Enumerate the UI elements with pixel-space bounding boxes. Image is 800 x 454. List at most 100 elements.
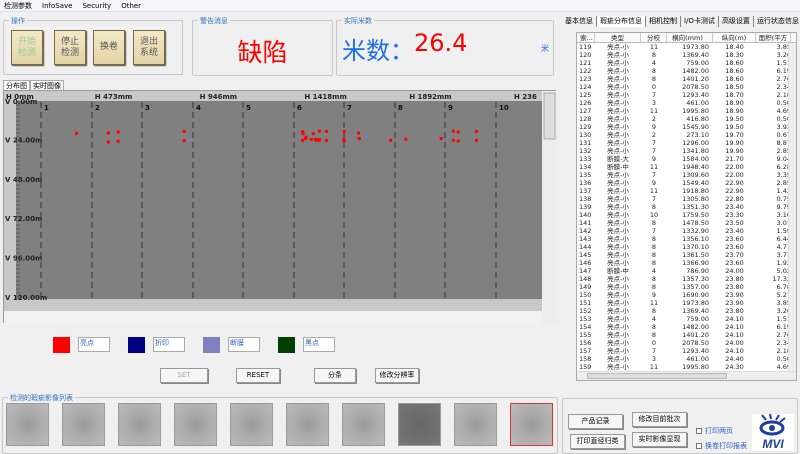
realtime-image-button[interactable]: 实时影像显现 — [632, 432, 687, 447]
table-row[interactable]: 131 亮点-小 7 1296.00 19.90 8.87 — [577, 139, 796, 147]
legend-label[interactable]: 黑点 — [303, 337, 335, 352]
tab-run-status[interactable]: 运行状态信息 — [754, 16, 800, 27]
table-cell: 18.60 — [725, 59, 744, 67]
col-area[interactable]: 面积(平方 — [756, 33, 791, 42]
table-row[interactable]: 140 亮点-小 10 1759.50 23.30 3.10 — [577, 211, 796, 219]
legend-swatch[interactable] — [128, 337, 145, 353]
menu-security[interactable]: Security — [82, 0, 111, 11]
start-detect-button[interactable]: 开始 检测 — [11, 30, 43, 65]
table-row[interactable]: 125 亮点-小 7 1293.40 18.70 2.18 — [577, 91, 796, 99]
table-row[interactable]: 145 亮点-小 8 1361.50 23.70 3.77 — [577, 251, 796, 259]
table-cell: 亮点-小 — [607, 307, 629, 315]
legend-label[interactable]: 亮点 — [78, 337, 110, 352]
table-row[interactable]: 124 亮点-小 0 2078.50 18.50 2.34 — [577, 83, 796, 91]
legend-label[interactable]: 断膜 — [228, 337, 260, 352]
table-row[interactable]: 132 亮点-小 7 1341.80 19.90 2.85 — [577, 147, 796, 155]
table-row[interactable]: 128 亮点-小 2 416.80 19.50 0.50 — [577, 115, 796, 123]
table-row[interactable]: 134 断膜-中 11 1948.40 22.00 6.28 — [577, 163, 796, 171]
col-vertical[interactable]: 纵向(m) — [713, 33, 756, 42]
table-row[interactable]: 133 断膜-大 9 1584.00 21.70 9.04 — [577, 155, 796, 163]
change-batch-button[interactable]: 修改目前批次 — [632, 412, 687, 427]
table-row[interactable]: 121 亮点-小 4 759.00 18.60 1.51 — [577, 59, 796, 67]
stop-detect-button[interactable]: 停止 检测 — [54, 30, 86, 65]
legend-swatch[interactable] — [278, 337, 295, 353]
legend-swatch[interactable] — [203, 337, 220, 353]
table-row[interactable]: 149 亮点-小 8 1357.00 23.80 6.78 — [577, 283, 796, 291]
table-row[interactable]: 156 亮点-小 0 2078.50 24.00 2.34 — [577, 339, 796, 347]
table-row[interactable]: 135 亮点-小 7 1309.60 22.00 3.35 — [577, 171, 796, 179]
legend-label[interactable]: 折印 — [153, 337, 185, 352]
tab-defect-info[interactable]: 瑕疵分布信息 — [597, 16, 646, 27]
table-row[interactable]: 148 亮点-小 8 1357.30 23.80 17.32 — [577, 275, 796, 283]
tab-basic-info[interactable]: 基本信息 — [562, 16, 597, 27]
print-diameter-button[interactable]: 打印直径归类 — [570, 434, 625, 449]
table-row[interactable]: 141 亮点-小 8 1478.50 23.50 3.01 — [577, 219, 796, 227]
table-row[interactable]: 150 亮点-小 9 1690.90 23.90 5.27 — [577, 291, 796, 299]
exit-system-button[interactable]: 退出 系统 — [133, 30, 165, 65]
defect-thumbnail[interactable] — [174, 403, 217, 446]
table-cell: 24.10 — [725, 347, 744, 355]
table-row[interactable]: 136 亮点-小 9 1549.40 22.90 2.85 — [577, 179, 796, 187]
table-row[interactable]: 146 亮点-小 8 1366.90 23.60 1.92 — [577, 259, 796, 267]
table-row[interactable]: 127 亮点-小 11 1995.80 18.90 4.69 — [577, 107, 796, 115]
col-index[interactable]: 索... — [577, 33, 595, 42]
table-row[interactable]: 155 亮点-小 8 1401.20 24.10 2.76 — [577, 331, 796, 339]
print-two-pages-checkbox[interactable]: 打印两页 — [696, 426, 733, 436]
product-record-button[interactable]: 产品记录 — [568, 414, 623, 429]
menu-infosave[interactable]: InfoSave — [42, 0, 72, 11]
table-row[interactable]: 123 亮点-小 8 1401.20 18.60 2.76 — [577, 75, 796, 83]
table-cell: 2.76 — [776, 75, 791, 83]
tab-camera-control[interactable]: 相机控制 — [646, 16, 681, 27]
table-row[interactable]: 138 亮点-小 7 1305.80 22.80 0.75 — [577, 195, 796, 203]
table-row[interactable]: 129 亮点-小 9 1545.90 19.50 3.93 — [577, 123, 796, 131]
table-row[interactable]: 147 断膜-中 4 786.90 24.00 5.02 — [577, 267, 796, 275]
table-row[interactable]: 157 亮点-小 7 1293.40 24.10 2.18 — [577, 347, 796, 355]
table-row[interactable]: 154 亮点-小 8 1482.00 24.10 6.19 — [577, 323, 796, 331]
defect-thumbnail[interactable] — [118, 403, 161, 446]
table-row[interactable]: 119 亮点-小 11 1973.80 18.40 3.85 — [577, 43, 796, 51]
table-row[interactable]: 122 亮点-小 8 1482.00 18.60 6.19 — [577, 67, 796, 75]
change-roll-button[interactable]: 换卷 — [93, 30, 125, 65]
table-row[interactable]: 139 亮点-小 8 1351.30 23.40 9.79 — [577, 203, 796, 211]
table-cell: 22.00 — [725, 163, 744, 171]
table-cell: 2078.50 — [682, 339, 709, 347]
menu-params[interactable]: 检测参数 — [4, 0, 32, 11]
legend-swatch[interactable] — [53, 337, 70, 353]
defect-thumbnail[interactable] — [510, 403, 553, 446]
table-row[interactable]: 151 亮点-小 11 1973.80 23.90 3.85 — [577, 299, 796, 307]
table-row[interactable]: 137 亮点-小 11 1918.80 22.90 1.42 — [577, 187, 796, 195]
table-row[interactable]: 144 亮点-小 8 1370.10 23.60 4.77 — [577, 243, 796, 251]
defect-thumbnail[interactable] — [454, 403, 497, 446]
tab-advanced[interactable]: 高级设置 — [719, 16, 754, 27]
menu-other[interactable]: Other — [121, 0, 141, 11]
table-vscrollbar[interactable] — [788, 43, 796, 371]
table-row[interactable]: 142 亮点-小 7 1332.90 23.40 1.59 — [577, 227, 796, 235]
table-row[interactable]: 143 亮点-小 8 1356.10 23.60 6.44 — [577, 235, 796, 243]
defect-thumbnail[interactable] — [230, 403, 273, 446]
split-button[interactable]: 分条 — [314, 368, 356, 383]
table-row[interactable]: 120 亮点-小 8 1369.40 18.30 3.26 — [577, 51, 796, 59]
col-type[interactable]: 类型 — [595, 33, 641, 42]
defect-thumbnail[interactable] — [286, 403, 329, 446]
reset-button[interactable]: RESET — [236, 368, 280, 383]
table-row[interactable]: 159 亮点-小 11 1995.80 24.30 4.69 — [577, 363, 796, 371]
tab-realtime-image[interactable]: 实时图像 — [30, 80, 64, 90]
table-row[interactable]: 126 亮点-小 3 461.00 18.90 0.50 — [577, 99, 796, 107]
table-row[interactable]: 158 亮点-小 3 461.00 24.40 0.50 — [577, 355, 796, 363]
col-lane[interactable]: 分校 — [641, 33, 667, 42]
table-row[interactable]: 152 亮点-小 8 1369.40 23.80 3.26 — [577, 307, 796, 315]
change-resolution-button[interactable]: 修改分辨率 — [375, 368, 419, 383]
tab-io-test[interactable]: I/O卡测试 — [681, 16, 719, 27]
table-hscrollbar[interactable] — [577, 371, 796, 380]
table-row[interactable]: 130 亮点-小 2 273.10 19.70 0.67 — [577, 131, 796, 139]
defect-thumbnail[interactable] — [342, 403, 385, 446]
defect-thumbnail[interactable] — [6, 403, 49, 446]
print-report-checkbox[interactable]: 换卷打印报表 — [696, 441, 747, 451]
table-row[interactable]: 153 亮点-小 4 759.00 24.10 1.51 — [577, 315, 796, 323]
col-horizontal[interactable]: 横向(mm) — [667, 33, 713, 42]
table-cell: 23.40 — [725, 203, 744, 211]
defect-thumbnail[interactable] — [62, 403, 105, 446]
tab-distribution[interactable]: 分布图 — [3, 80, 30, 90]
defect-thumbnail[interactable] — [398, 403, 441, 446]
set-button[interactable]: SET — [160, 368, 208, 383]
